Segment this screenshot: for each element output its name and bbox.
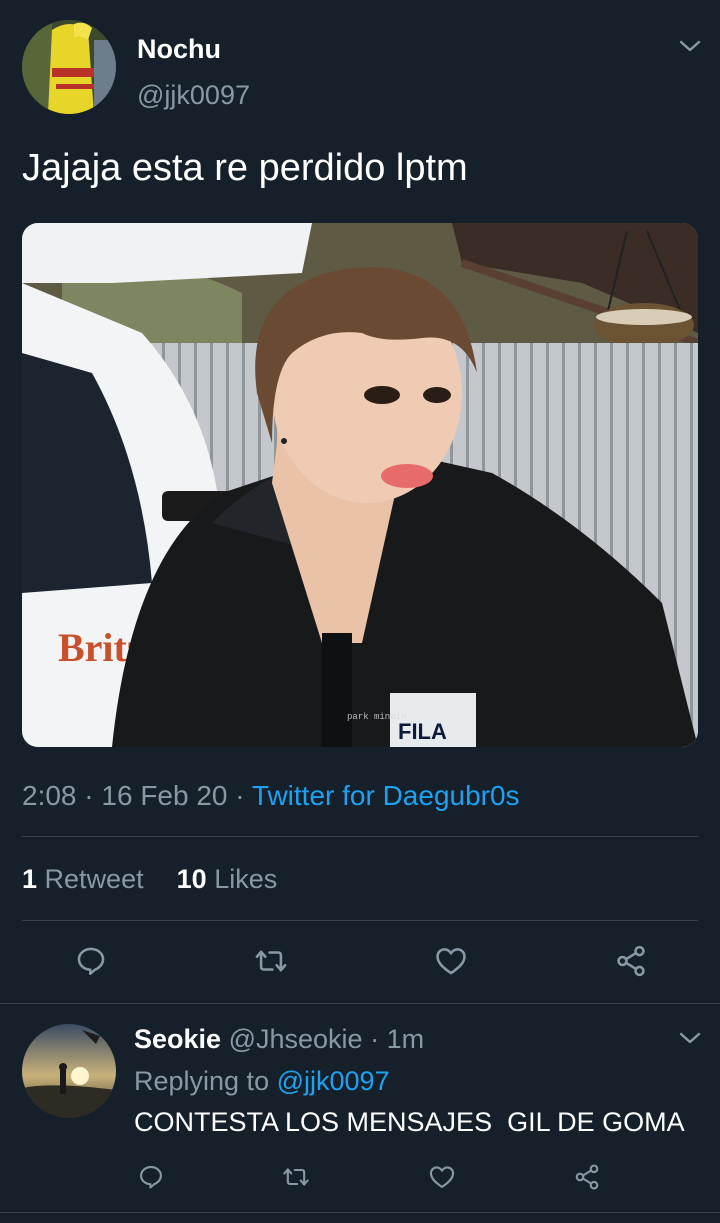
reply-chevron-down-icon[interactable]	[678, 1028, 702, 1048]
retweet-button[interactable]	[250, 940, 292, 982]
divider	[22, 920, 698, 921]
tweet-time: 2:08	[22, 780, 77, 811]
share-icon	[617, 945, 645, 977]
reply-author-name[interactable]: Seokie	[134, 1024, 221, 1054]
replying-label: Replying to	[134, 1066, 270, 1096]
author-handle[interactable]: @jjk0097	[137, 79, 250, 111]
meta-separator-2: ·	[235, 780, 245, 811]
heart-icon	[436, 948, 466, 975]
reply-header: Seokie @Jhseokie · 1m	[134, 1022, 424, 1056]
replying-to: Replying to @jjk0097	[134, 1064, 390, 1098]
jacket-logo-text: FILA	[398, 719, 447, 744]
share-icon	[575, 1164, 599, 1190]
reply-button[interactable]	[70, 940, 112, 982]
reply-retweet-button[interactable]	[279, 1160, 313, 1194]
tweet-media[interactable]: Britz FILA park minmin	[22, 223, 698, 747]
reply-reply-button[interactable]	[134, 1160, 168, 1194]
tweet-date: 16 Feb 20	[101, 780, 228, 811]
reply-like-button[interactable]	[425, 1160, 459, 1194]
watermark-text: park minmin	[347, 712, 406, 722]
reply-icon	[77, 947, 105, 976]
fence-slat	[690, 343, 693, 747]
retweet-icon	[283, 1168, 309, 1186]
reply-text: CONTESTA LOS MENSAJES GIL DE GOMA	[134, 1107, 685, 1137]
tweet-text: Jajaja esta re perdido lptm	[22, 147, 468, 189]
reply-avatar-image	[22, 1024, 116, 1118]
reply-author-handle[interactable]: @Jhseokie	[229, 1024, 363, 1054]
tweet-source[interactable]: Twitter for Daegubr0s	[252, 780, 520, 811]
meta-separator: ·	[84, 780, 94, 811]
retweet-label: Retweet	[44, 864, 144, 894]
share-button[interactable]	[610, 940, 652, 982]
divider	[22, 836, 698, 837]
like-stat[interactable]: 10 Likes	[177, 864, 278, 894]
author-name[interactable]: Nochu	[137, 33, 221, 65]
bottom-divider	[0, 1212, 720, 1213]
reply-share-button[interactable]	[570, 1160, 604, 1194]
replying-handle[interactable]: @jjk0097	[277, 1066, 390, 1096]
reply-avatar[interactable]	[22, 1024, 116, 1118]
avatar-image	[22, 20, 116, 114]
retweet-count: 1	[22, 864, 38, 894]
chevron-down-icon[interactable]	[678, 36, 702, 56]
reply-separator: ·	[370, 1024, 380, 1054]
retweet-icon	[255, 950, 287, 972]
heart-icon	[429, 1166, 455, 1188]
reply-icon	[140, 1166, 162, 1189]
retweet-stat[interactable]: 1 Retweet	[22, 864, 144, 894]
like-count: 10	[176, 864, 207, 894]
reply-time: 1m	[386, 1024, 425, 1054]
like-label: Likes	[214, 864, 278, 894]
section-divider	[0, 1003, 720, 1004]
like-button[interactable]	[430, 940, 472, 982]
avatar[interactable]	[22, 20, 116, 114]
tweet-meta: 2:08 · 16 Feb 20 · Twitter for Daegubr0s	[22, 779, 520, 813]
media-photo: Britz FILA park minmin	[22, 223, 698, 747]
tweet-stats: 1 Retweet 10 Likes	[22, 862, 277, 896]
